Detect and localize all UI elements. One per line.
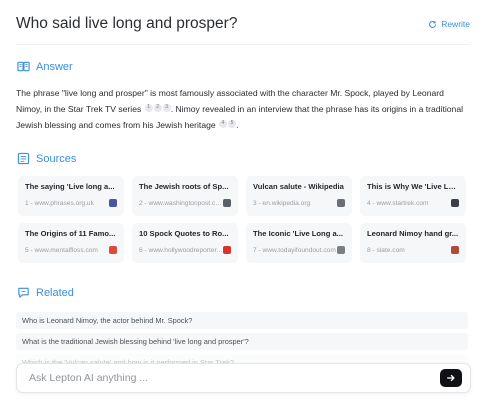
chat-bubble-icon [18,287,29,298]
source-title: 10 Spock Quotes to Ro... [139,229,229,238]
source-domain: 7 - www.todayifoundout.com [253,246,336,254]
arrow-right-icon [447,374,455,382]
favicon-icon [109,199,117,207]
citation-1[interactable]: 1 [144,103,153,112]
refresh-icon [429,20,437,28]
answer-heading-label: Answer [36,60,73,73]
list-icon [17,152,30,165]
related-question[interactable]: Who is Leonard Nimoy, the actor behind M… [16,312,468,329]
source-title: The saying 'Live long a... [25,182,115,191]
source-card[interactable]: This is Why We 'Live Lo... 4 - www.startr… [360,176,466,216]
source-card[interactable]: Vulcan salute - Wikipedia 3 - en.wikipedi… [246,176,352,216]
source-domain: 6 - www.hollywoodreporter.com [139,246,223,254]
source-card[interactable]: The Iconic 'Live Long a... 7 - www.todayi… [246,223,352,263]
answer-heading: Answer [17,60,73,73]
source-domain: 5 - www.mentalfloss.com [25,246,98,254]
book-icon [17,61,30,72]
answer-part-3: . [236,119,239,130]
favicon-icon [109,246,117,254]
favicon-icon [223,199,231,207]
source-domain: 4 - www.startrek.com [367,199,429,207]
ask-bar [16,363,471,393]
citation-2[interactable]: 2 [153,103,162,112]
favicon-icon [223,246,231,254]
source-title: Vulcan salute - Wikipedia [253,182,344,191]
source-domain: 8 - slate.com [367,246,405,254]
source-card[interactable]: 10 Spock Quotes to Ro... 6 - www.hollywoo… [132,223,238,263]
rewrite-label: Rewrite [441,19,470,29]
source-title: This is Why We 'Live Lo... [367,182,459,191]
query-title: Who said live long and prosper? [16,15,238,32]
sources-heading-label: Sources [36,152,77,165]
favicon-icon [451,246,459,254]
source-card[interactable]: Leonard Nimoy hand gr... 8 - slate.com [360,223,466,263]
send-button[interactable] [440,369,462,387]
sources-grid: The saying 'Live long a... 1 - www.phrase… [18,176,468,263]
sources-heading: Sources [17,152,76,165]
citation-3[interactable]: 3 [162,103,171,112]
header-divider [16,44,470,45]
citation-4[interactable]: 4 [219,119,228,128]
citation-5[interactable]: 5 [228,119,237,128]
related-question[interactable]: What is the traditional Jewish blessing … [16,333,468,350]
favicon-icon [451,199,459,207]
favicon-icon [337,246,345,254]
source-title: The Iconic 'Live Long a... [253,229,343,238]
source-title: Leonard Nimoy hand gr... [367,229,459,238]
source-title: The Jewish roots of Sp... [139,182,229,191]
source-domain: 1 - www.phrases.org.uk [25,199,94,207]
rewrite-button[interactable]: Rewrite [428,19,470,29]
query-header: Who said live long and prosper? Rewrite [16,14,470,34]
favicon-icon [337,199,345,207]
source-card[interactable]: The Jewish roots of Sp... 2 - www.washing… [132,176,238,216]
source-domain: 2 - www.washingtonpost.com [139,199,223,207]
source-domain: 3 - en.wikipedia.org [253,199,311,207]
source-title: The Origins of 11 Famo... [25,229,116,238]
source-card[interactable]: The Origins of 11 Famo... 5 - www.mentalf… [18,223,124,263]
source-card[interactable]: The saying 'Live long a... 1 - www.phrase… [18,176,124,216]
ask-input[interactable] [29,372,409,384]
answer-text: The phrase "live long and prosper" is mo… [16,86,471,133]
related-heading: Related [17,286,74,299]
related-heading-label: Related [36,286,74,299]
